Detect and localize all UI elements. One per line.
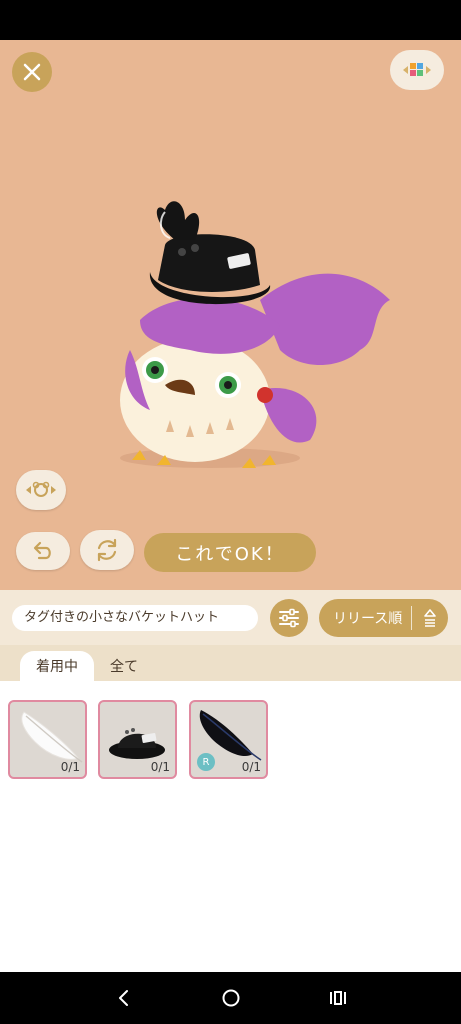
status-bar <box>0 0 461 40</box>
filter-button[interactable] <box>270 599 308 637</box>
item-grid: 0/1 0/1 R 0/1 <box>0 681 461 972</box>
system-nav-bar <box>0 972 461 1024</box>
rare-badge: R <box>197 753 215 771</box>
palette-button[interactable] <box>390 50 444 90</box>
item-count: 0/1 <box>60 760 80 774</box>
back-icon <box>118 990 128 1006</box>
close-icon <box>23 63 41 81</box>
sort-order-icon[interactable] <box>412 608 448 628</box>
nav-home-button[interactable] <box>211 978 251 1018</box>
tab-all[interactable]: 全て <box>96 651 152 681</box>
home-icon <box>222 989 239 1007</box>
view-angle-button[interactable] <box>16 470 66 510</box>
camera-view-icon <box>26 481 56 497</box>
recents-icon <box>329 991 346 1005</box>
close-button[interactable] <box>12 52 52 92</box>
rotate-button[interactable] <box>80 530 134 570</box>
tab-bar: 着用中 全て <box>0 645 461 681</box>
filter-sliders-icon <box>279 608 299 628</box>
sort-button[interactable]: リリース順 <box>319 599 448 637</box>
item-white-feather[interactable]: 0/1 <box>8 700 87 779</box>
character-preview-image <box>120 201 390 468</box>
color-palette-icon <box>403 63 431 76</box>
confirm-button[interactable]: これでOK！ <box>144 533 316 572</box>
nav-back-button[interactable] <box>104 978 144 1018</box>
nav-recents-button[interactable] <box>318 978 358 1018</box>
item-black-bucket-hat[interactable]: 0/1 <box>98 700 177 779</box>
item-toolbar: リリース順 <box>0 590 461 645</box>
preview-stage: これでOK！ <box>0 40 461 590</box>
item-name-field[interactable] <box>12 605 258 631</box>
rotate-icon <box>97 538 117 562</box>
undo-button[interactable] <box>16 532 70 570</box>
item-black-feather[interactable]: R 0/1 <box>189 700 268 779</box>
sort-label: リリース順 <box>333 611 403 627</box>
item-count: 0/1 <box>241 760 261 774</box>
undo-icon <box>33 541 51 560</box>
tab-wearing[interactable]: 着用中 <box>20 651 94 681</box>
item-count: 0/1 <box>150 760 170 774</box>
